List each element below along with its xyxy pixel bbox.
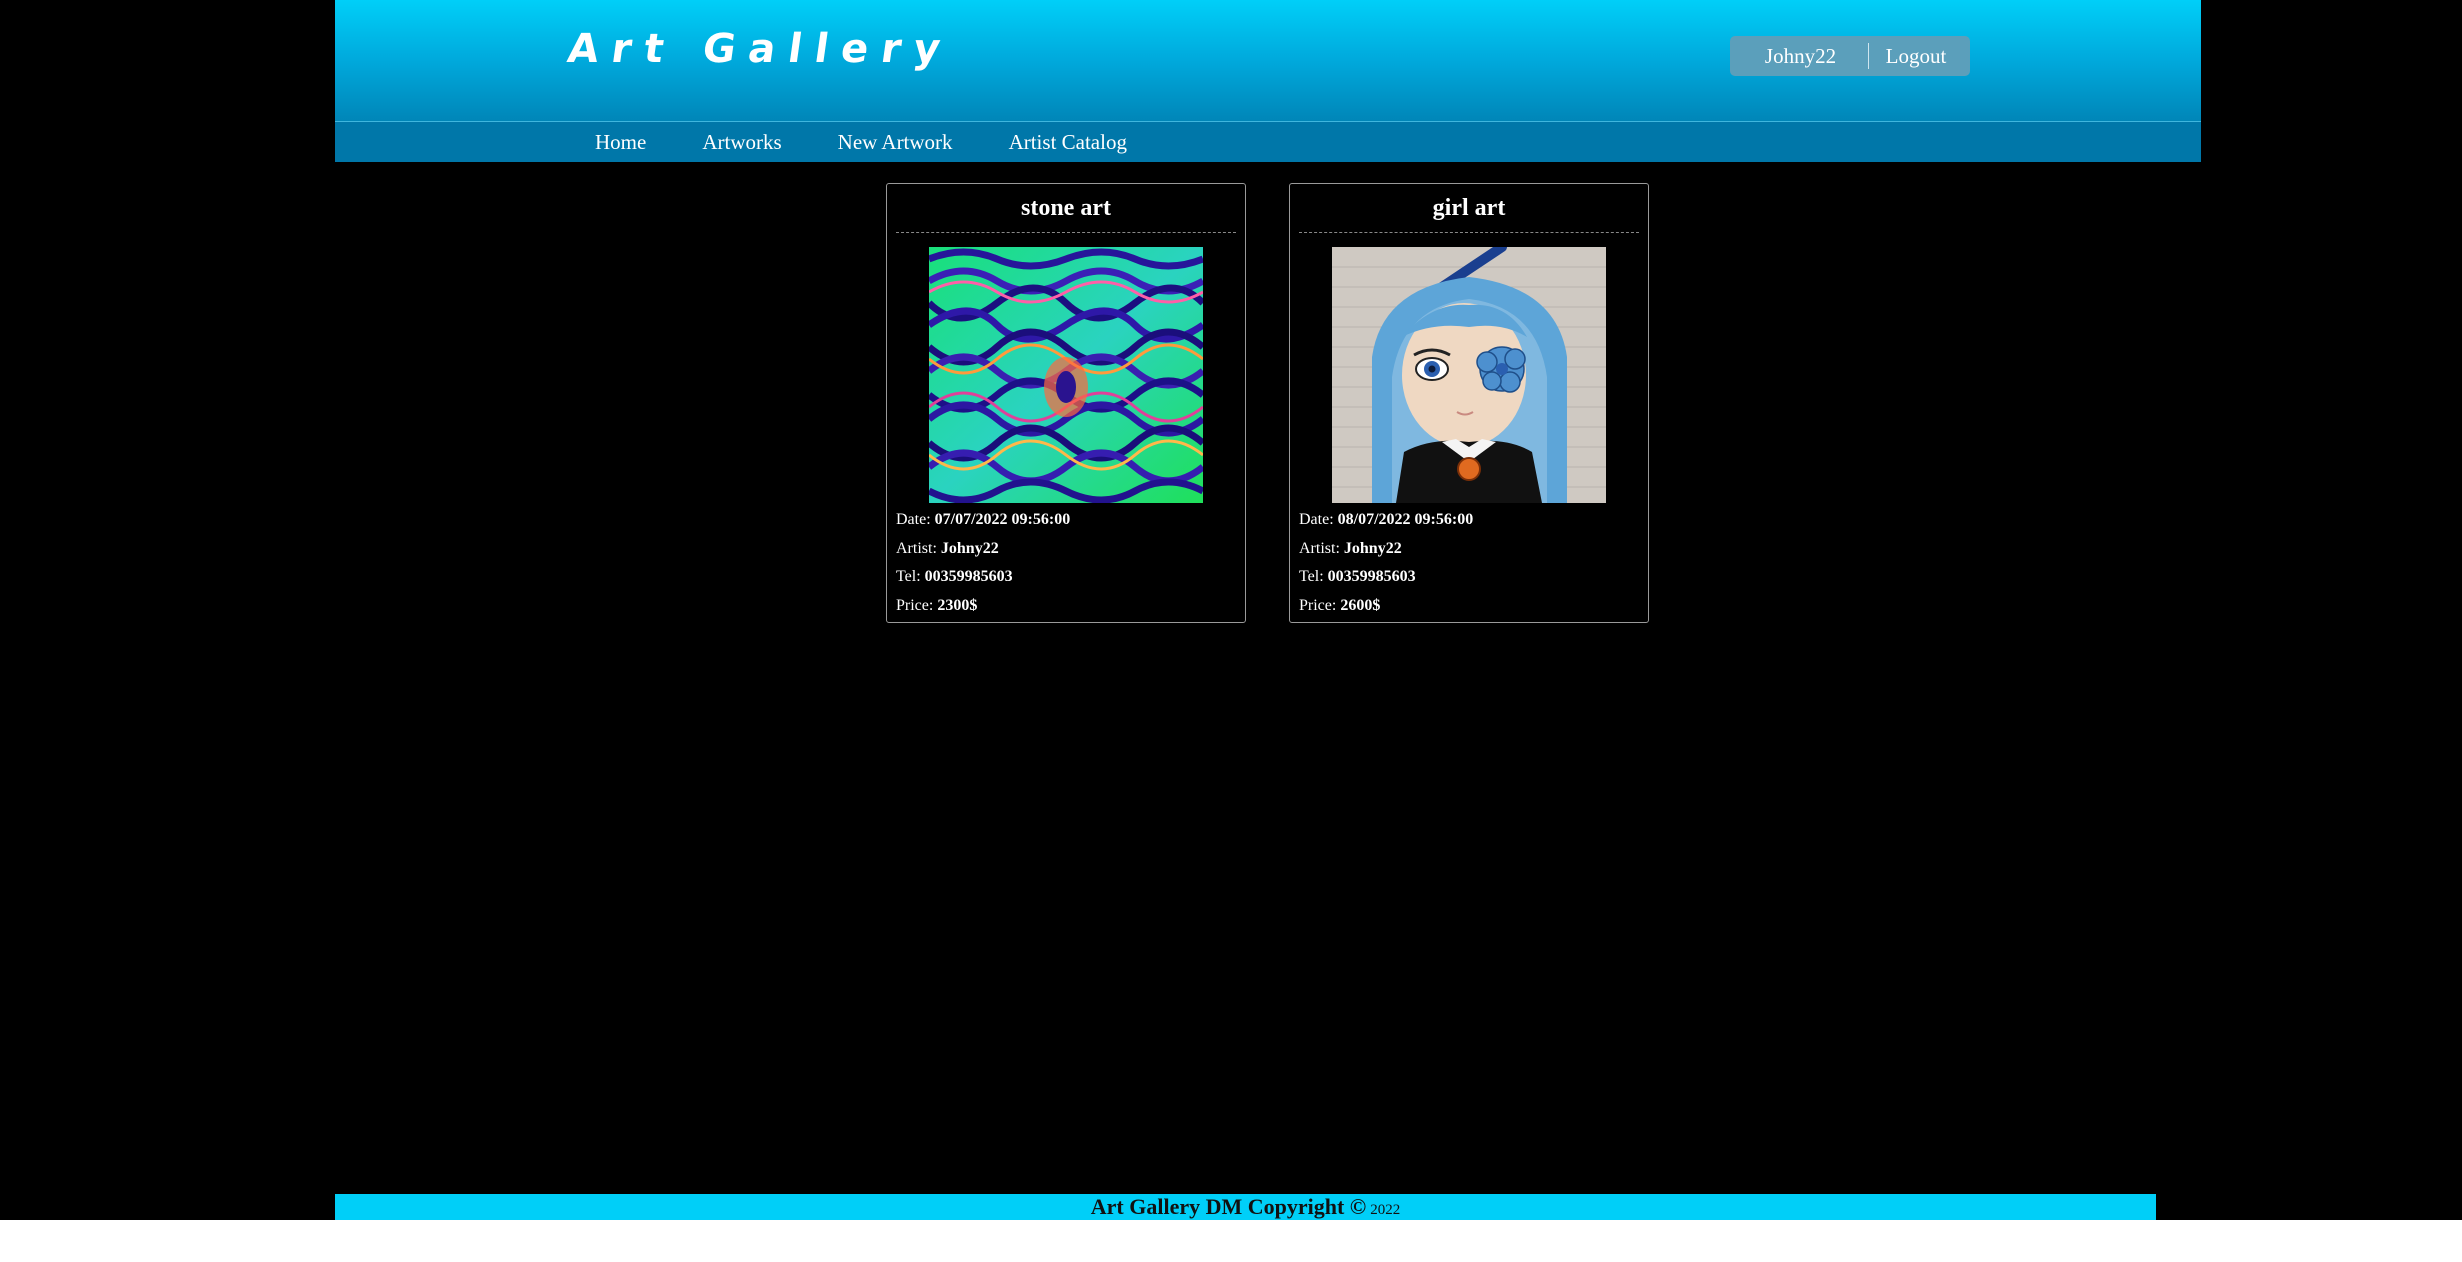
artwork-artist: Johny22 bbox=[940, 539, 999, 557]
artwork-card: girl art Date: 08/07/2022 09:56:00 Artis… bbox=[1289, 183, 1649, 623]
artist-label: Artist: bbox=[1299, 539, 1340, 557]
price-label: Price: bbox=[1299, 596, 1337, 614]
tel-label: Tel: bbox=[1299, 568, 1324, 585]
artwork-date: 08/07/2022 09:56:00 bbox=[1337, 511, 1474, 528]
artwork-artist-line: Artist: Johny22 bbox=[896, 535, 1236, 564]
site-logo[interactable]: Art Gallery bbox=[565, 26, 956, 72]
artwork-card: stone art Date: 07/07/2022 09:56:00 Arti… bbox=[886, 183, 1246, 623]
date-label: Date: bbox=[1299, 511, 1334, 528]
artwork-image-stone-art[interactable] bbox=[929, 247, 1203, 503]
user-panel: Johny22 Logout bbox=[1730, 36, 1970, 76]
artwork-artist: Johny22 bbox=[1343, 539, 1402, 557]
tel-label: Tel: bbox=[896, 568, 921, 585]
artwork-price: 2300$ bbox=[937, 596, 978, 614]
date-label: Date: bbox=[896, 511, 931, 528]
nav-new-artwork[interactable]: New Artwork bbox=[838, 130, 953, 155]
artwork-artist-line: Artist: Johny22 bbox=[1299, 535, 1639, 564]
price-label: Price: bbox=[896, 596, 934, 614]
artwork-price: 2600$ bbox=[1340, 596, 1381, 614]
username-link[interactable]: Johny22 bbox=[1730, 44, 1868, 69]
artwork-title: stone art bbox=[896, 194, 1236, 233]
nav-home[interactable]: Home bbox=[595, 130, 646, 155]
artwork-date-line: Date: 08/07/2022 09:56:00 bbox=[1299, 506, 1639, 535]
artwork-price-line: Price: 2300$ bbox=[896, 592, 1236, 621]
page-bottom-strip bbox=[0, 1220, 2462, 1262]
artwork-date-line: Date: 07/07/2022 09:56:00 bbox=[896, 506, 1236, 535]
nav-artworks[interactable]: Artworks bbox=[702, 130, 781, 155]
artwork-image-girl-art[interactable] bbox=[1332, 247, 1606, 503]
site-footer: Art Gallery DM Copyright © 2022 bbox=[335, 1194, 2156, 1220]
artwork-tel: 00359985603 bbox=[924, 568, 1013, 585]
artist-label: Artist: bbox=[896, 539, 937, 557]
footer-copyright: Art Gallery DM Copyright © bbox=[1090, 1194, 1367, 1219]
artwork-tel-line: Tel: 00359985603 bbox=[1299, 563, 1639, 592]
artwork-title: girl art bbox=[1299, 194, 1639, 233]
site-header: Art Gallery Johny22 Logout bbox=[335, 0, 2201, 122]
artwork-tel-line: Tel: 00359985603 bbox=[896, 563, 1236, 592]
artwork-date: 07/07/2022 09:56:00 bbox=[934, 511, 1071, 528]
artwork-tel: 00359985603 bbox=[1327, 568, 1416, 585]
footer-year: 2022 bbox=[1370, 1202, 1401, 1218]
artwork-price-line: Price: 2600$ bbox=[1299, 592, 1639, 621]
logout-button[interactable]: Logout bbox=[1869, 44, 1963, 69]
main-nav: Home Artworks New Artwork Artist Catalog bbox=[335, 122, 2201, 162]
nav-artist-catalog[interactable]: Artist Catalog bbox=[1009, 130, 1127, 155]
